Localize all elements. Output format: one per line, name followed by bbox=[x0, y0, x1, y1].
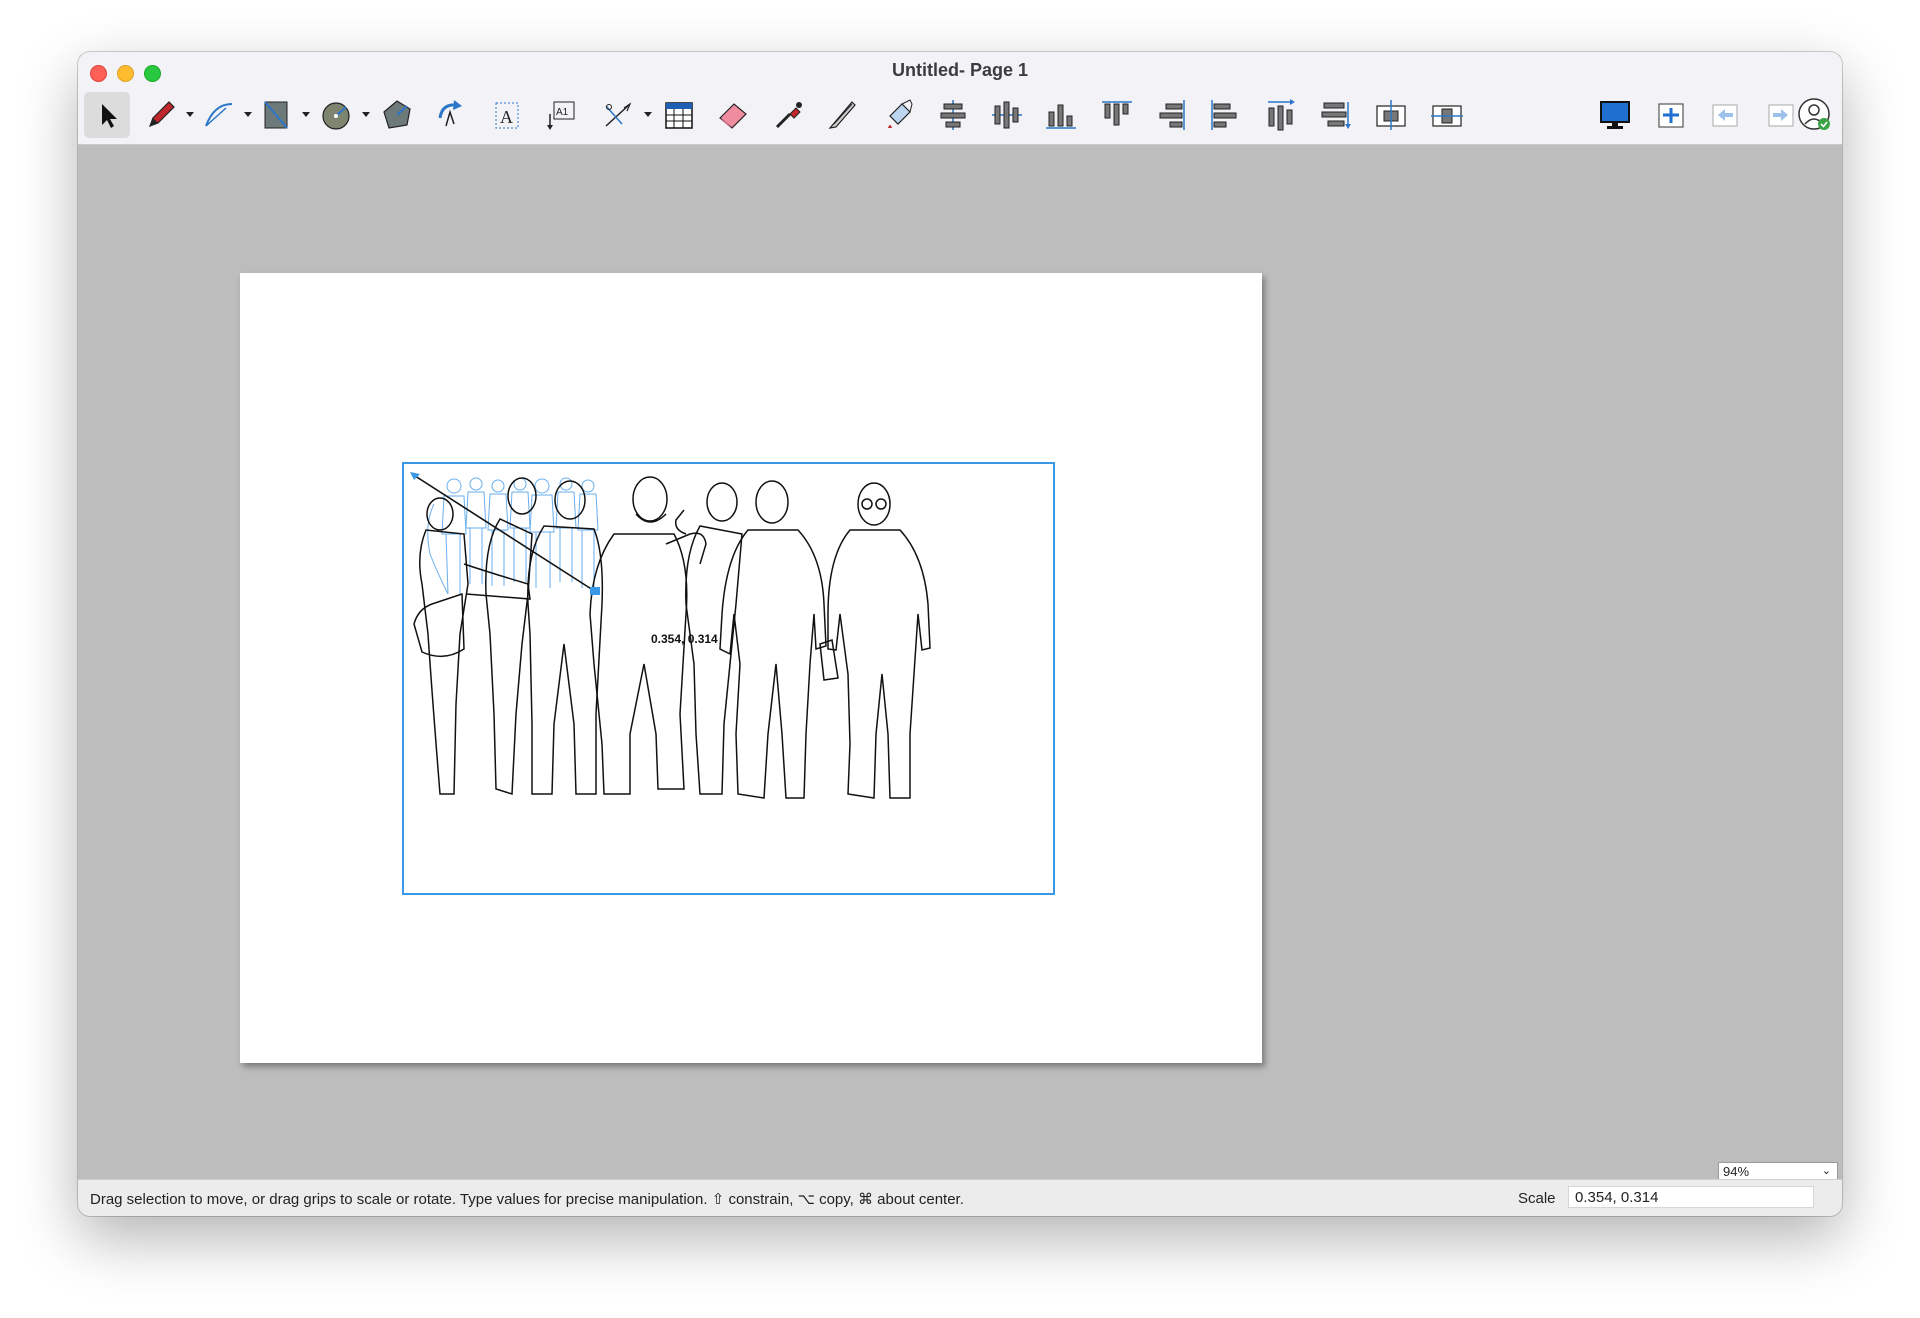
center-page-h-icon bbox=[1376, 100, 1406, 130]
svg-text:A: A bbox=[500, 107, 513, 127]
table-grid-icon bbox=[665, 102, 693, 129]
align-right-button[interactable] bbox=[1148, 92, 1194, 138]
scale-coordinate-readout: 0.354, 0.314 bbox=[651, 632, 718, 646]
paint-bucket-tool-button[interactable] bbox=[876, 92, 922, 138]
eraser-icon bbox=[719, 103, 747, 129]
status-bar: Drag selection to move, or drag grips to… bbox=[78, 1179, 1842, 1216]
select-tool-button[interactable] bbox=[84, 92, 130, 138]
bezier-curve-icon bbox=[205, 103, 233, 127]
window-title: Untitled- Page 1 bbox=[891, 60, 1029, 80]
align-left-button[interactable] bbox=[1202, 92, 1248, 138]
eyedropper-icon bbox=[775, 102, 802, 129]
document-page[interactable]: 0.354, 0.314 bbox=[240, 273, 1262, 1063]
circle-radius-icon bbox=[322, 102, 350, 130]
align-bottom-icon bbox=[1046, 104, 1076, 129]
scale-label: Scale bbox=[1518, 1190, 1556, 1207]
selection-bounding-box[interactable]: 0.354, 0.314 bbox=[402, 462, 1055, 895]
title-toolbar: Untitled- Page 1 A A1 bbox=[78, 52, 1842, 145]
align-bottom-button[interactable] bbox=[1038, 92, 1084, 138]
chevron-down-icon: ⌄ bbox=[1821, 1165, 1831, 1177]
zoom-value: 94% bbox=[1723, 1164, 1750, 1179]
table-tool-button[interactable] bbox=[656, 92, 702, 138]
present-button[interactable] bbox=[1592, 92, 1638, 138]
dimension-icon bbox=[605, 102, 632, 127]
polygon-icon bbox=[383, 100, 411, 129]
distribute-horizontal-button[interactable] bbox=[1258, 92, 1304, 138]
pencil-icon bbox=[148, 101, 175, 128]
bezier-tool-button[interactable] bbox=[196, 92, 242, 138]
distribute-h-icon bbox=[1268, 99, 1295, 131]
text-box-icon: A bbox=[495, 102, 519, 129]
paint-bucket-icon bbox=[888, 99, 913, 128]
previous-page-button[interactable] bbox=[1702, 92, 1748, 138]
distribute-vertical-button[interactable] bbox=[1312, 92, 1358, 138]
arrow-pointer-icon bbox=[102, 104, 117, 128]
eyedropper-tool-button[interactable] bbox=[766, 92, 812, 138]
circle-tool-button[interactable] bbox=[314, 92, 360, 138]
polygon-tool-button[interactable] bbox=[374, 92, 420, 138]
eraser-tool-button[interactable] bbox=[710, 92, 756, 138]
rotate-tool-button[interactable] bbox=[428, 92, 474, 138]
align-center-h-icon bbox=[940, 100, 966, 130]
bezier-menu-arrow[interactable] bbox=[244, 112, 252, 117]
scale-input[interactable] bbox=[1568, 1186, 1814, 1208]
align-top-icon bbox=[1102, 101, 1132, 126]
center-page-v-icon bbox=[1431, 105, 1463, 127]
people-line-drawing[interactable] bbox=[404, 464, 1053, 893]
circle-menu-arrow[interactable] bbox=[362, 112, 370, 117]
monitor-icon bbox=[1600, 101, 1630, 129]
add-page-icon bbox=[1658, 103, 1684, 128]
center-on-page-vertical-button[interactable] bbox=[1424, 92, 1470, 138]
text-label-icon: A1 bbox=[547, 101, 575, 130]
dimension-menu-arrow[interactable] bbox=[644, 112, 652, 117]
knife-tool-button[interactable] bbox=[820, 92, 866, 138]
drawing-canvas[interactable]: 0.354, 0.314 bbox=[78, 145, 1842, 1180]
previous-page-icon bbox=[1712, 104, 1738, 127]
align-center-vertical-button[interactable] bbox=[984, 92, 1030, 138]
status-hint-text: Drag selection to move, or drag grips to… bbox=[90, 1191, 964, 1208]
rectangle-shape-icon bbox=[264, 101, 288, 129]
distribute-v-icon bbox=[1321, 102, 1351, 129]
add-page-button[interactable] bbox=[1648, 92, 1694, 138]
pencil-menu-arrow[interactable] bbox=[186, 112, 194, 117]
dimension-tool-button[interactable] bbox=[596, 92, 642, 138]
align-center-horizontal-button[interactable] bbox=[930, 92, 976, 138]
shape-menu-arrow[interactable] bbox=[302, 112, 310, 117]
align-top-button[interactable] bbox=[1094, 92, 1140, 138]
text-tool-button[interactable]: A bbox=[484, 92, 530, 138]
shape-tool-button[interactable] bbox=[254, 92, 300, 138]
svg-text:A1: A1 bbox=[556, 107, 569, 118]
account-button[interactable] bbox=[1792, 92, 1838, 138]
app-window: Untitled- Page 1 A A1 0.354, 0.314 94% ⌄… bbox=[78, 52, 1842, 1216]
center-on-page-horizontal-button[interactable] bbox=[1368, 92, 1414, 138]
rotate-arrow-icon bbox=[438, 100, 462, 127]
align-left-icon bbox=[1211, 100, 1237, 130]
align-right-icon bbox=[1159, 100, 1185, 130]
pencil-tool-button[interactable] bbox=[138, 92, 184, 138]
user-check-icon bbox=[1798, 98, 1830, 130]
align-center-v-icon bbox=[992, 101, 1022, 129]
knife-icon bbox=[828, 101, 856, 129]
text-label-tool-button[interactable]: A1 bbox=[538, 92, 584, 138]
